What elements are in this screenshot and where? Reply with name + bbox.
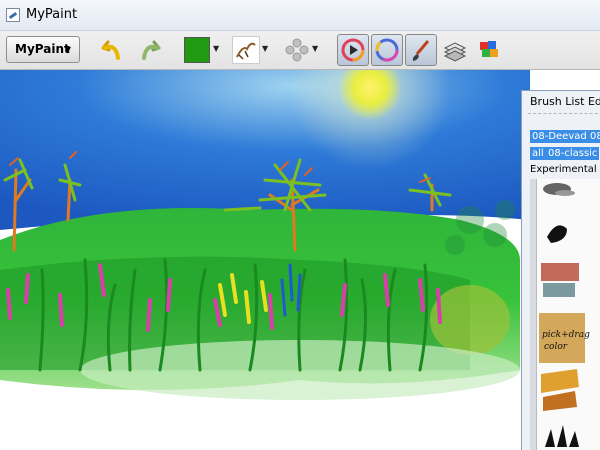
- main-menu-label: MyPaint: [15, 42, 70, 56]
- brush-thumb: [541, 369, 579, 411]
- brush-thumb: pick+drag color: [539, 313, 590, 363]
- pattern-icon: [285, 38, 309, 62]
- brush-icon: [236, 42, 256, 60]
- brush-group-tag[interactable]: all: [530, 147, 546, 160]
- layers-icon: [443, 42, 467, 62]
- panel-divider: [528, 113, 600, 115]
- brush-dropdown-icon[interactable]: ▼: [262, 44, 268, 53]
- undo-button[interactable]: [100, 36, 128, 64]
- group-label: Experimental: [530, 164, 597, 175]
- brush-group-tag[interactable]: 08-Deevad: [530, 130, 589, 143]
- layers-button[interactable]: [442, 36, 470, 64]
- undo-icon: [101, 40, 120, 60]
- redo-button[interactable]: [136, 36, 164, 64]
- hsv-ring-toggle[interactable]: [371, 34, 403, 66]
- brush-thumb: [547, 225, 567, 243]
- painting-canvas[interactable]: [0, 70, 600, 450]
- hsv-ring-icon: [375, 38, 399, 62]
- color-wheel-toggle[interactable]: [337, 34, 369, 66]
- brush-list-panel: Brush List Edit 08-Deevad 08 all 08-clas…: [521, 90, 600, 450]
- brush-settings-toggle[interactable]: [405, 34, 437, 66]
- brush-grid: pick+drag color: [536, 179, 600, 450]
- brush-thumbnails: pick+drag color: [539, 183, 590, 447]
- canvas-artwork: [0, 70, 600, 450]
- redo-icon: [142, 40, 161, 60]
- brush-thumb: [543, 183, 575, 196]
- brush-selector-button[interactable]: [232, 36, 260, 64]
- symmetry-dropdown-icon[interactable]: ▼: [312, 44, 318, 53]
- paint-brush-icon: [412, 40, 430, 61]
- app-icon: [6, 8, 20, 22]
- panel-title: Brush List Edit: [530, 95, 600, 108]
- svg-text:pick+drag: pick+drag: [542, 330, 590, 340]
- current-color-swatch[interactable]: [184, 37, 210, 63]
- chevron-down-icon: ▼: [64, 45, 71, 54]
- window-title: MyPaint: [26, 7, 78, 22]
- brush-thumb: [545, 425, 579, 447]
- main-toolbar: MyPaint ▼ ▼ ▼ ▼: [0, 31, 600, 70]
- palette-button[interactable]: [476, 36, 504, 64]
- palette-icon: [480, 41, 498, 57]
- color-dropdown-icon[interactable]: ▼: [213, 44, 219, 53]
- brush-thumb: [541, 263, 579, 297]
- color-wheel-icon: [341, 38, 365, 62]
- symmetry-button[interactable]: [284, 36, 312, 64]
- brush-group-tag[interactable]: 08: [588, 130, 600, 143]
- title-bar: MyPaint: [0, 0, 600, 31]
- main-menu-button[interactable]: MyPaint ▼: [6, 36, 80, 63]
- svg-text:color: color: [544, 342, 568, 352]
- brush-group-tag[interactable]: 08-classic: [546, 147, 600, 160]
